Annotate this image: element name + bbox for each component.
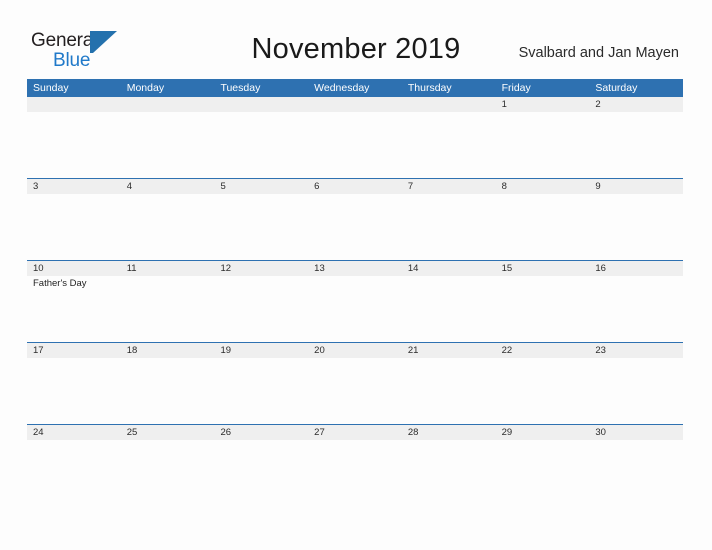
day-cell[interactable]	[121, 112, 215, 178]
week-date-band: 10 11 12 13 14 15 16	[27, 261, 683, 276]
day-number[interactable]: 21	[402, 343, 496, 358]
weekday-header-thursday: Thursday	[407, 82, 452, 94]
day-cell[interactable]	[214, 358, 308, 424]
day-number-empty	[27, 97, 121, 112]
day-number[interactable]: 27	[308, 425, 402, 440]
week-event-band	[27, 440, 683, 506]
day-number[interactable]: 8	[496, 179, 590, 194]
calendar-week-row: 10 11 12 13 14 15 16 Father's Day	[27, 260, 683, 342]
day-cell[interactable]	[402, 112, 496, 178]
day-number[interactable]: 2	[589, 97, 683, 112]
calendar-table: Sunday Monday Tuesday Wednesday Thursday…	[27, 79, 683, 506]
week-date-band: 3456789	[27, 179, 683, 194]
day-cell[interactable]	[27, 112, 121, 178]
day-cell[interactable]	[121, 440, 215, 506]
day-cell[interactable]	[308, 440, 402, 506]
day-cell[interactable]	[589, 112, 683, 178]
day-number-empty	[121, 97, 215, 112]
day-number[interactable]: 24	[27, 425, 121, 440]
week-event-band: Father's Day	[27, 276, 683, 342]
day-cell[interactable]	[402, 276, 496, 342]
day-cell[interactable]	[496, 194, 590, 260]
day-cell[interactable]	[496, 276, 590, 342]
page-header: General Blue November 2019 Svalbard and …	[0, 0, 712, 78]
day-cell[interactable]	[496, 112, 590, 178]
day-number[interactable]: 18	[121, 343, 215, 358]
day-cell[interactable]	[496, 440, 590, 506]
day-number[interactable]: 11	[121, 261, 215, 276]
day-number[interactable]: 26	[214, 425, 308, 440]
day-number[interactable]: 28	[402, 425, 496, 440]
day-cell[interactable]	[27, 194, 121, 260]
day-cell[interactable]	[589, 276, 683, 342]
day-number-empty	[308, 97, 402, 112]
day-number[interactable]: 15	[496, 261, 590, 276]
day-cell[interactable]	[308, 358, 402, 424]
day-number[interactable]: 13	[308, 261, 402, 276]
calendar-week-row: 17 18 19 20 21 22 23	[27, 342, 683, 424]
week-date-band: 12	[27, 97, 683, 112]
day-number[interactable]: 22	[496, 343, 590, 358]
calendar-page: General Blue November 2019 Svalbard and …	[0, 0, 712, 550]
weekday-header-row: Sunday Monday Tuesday Wednesday Thursday…	[27, 79, 683, 97]
weekday-header-wednesday: Wednesday	[314, 82, 370, 94]
calendar-weeks: 1 2 3 4 5 6 7 8 9 10 11 12 13 14 15 16 Father's Day 17 18 1…	[27, 97, 683, 506]
day-cell[interactable]	[402, 194, 496, 260]
day-number-empty	[214, 97, 308, 112]
weekday-header-monday: Monday	[126, 82, 165, 94]
day-cell[interactable]	[121, 358, 215, 424]
week-event-band	[27, 194, 683, 260]
day-number[interactable]: 29	[496, 425, 590, 440]
day-cell[interactable]	[214, 440, 308, 506]
region-label: Svalbard and Jan Mayen	[518, 45, 679, 61]
day-event-label: Father's Day	[33, 278, 87, 289]
day-number[interactable]: 17	[27, 343, 121, 358]
day-number[interactable]: 1	[496, 97, 590, 112]
day-cell[interactable]	[308, 276, 402, 342]
day-number[interactable]: 19	[214, 343, 308, 358]
day-cell[interactable]: Father's Day	[27, 276, 121, 342]
day-number-empty	[402, 97, 496, 112]
day-number[interactable]: 9	[589, 179, 683, 194]
day-number[interactable]: 4	[121, 179, 215, 194]
day-cell[interactable]	[589, 440, 683, 506]
weekday-header-friday: Friday	[501, 82, 531, 94]
day-cell[interactable]	[27, 358, 121, 424]
day-cell[interactable]	[308, 194, 402, 260]
day-number[interactable]: 23	[589, 343, 683, 358]
day-number[interactable]: 25	[121, 425, 215, 440]
day-number[interactable]: 3	[27, 179, 121, 194]
week-date-band: 17 18 19 20 21 22 23	[27, 343, 683, 358]
day-cell[interactable]	[214, 194, 308, 260]
day-cell[interactable]	[589, 194, 683, 260]
calendar-week-row: 24 25 26 27 28 29 30	[27, 424, 683, 506]
week-date-band: 24 25 26 27 28 29 30	[27, 425, 683, 440]
day-number[interactable]: 7	[402, 179, 496, 194]
day-number[interactable]: 6	[308, 179, 402, 194]
week-event-band	[27, 358, 683, 424]
weekday-header-tuesday: Tuesday	[220, 82, 261, 94]
day-cell[interactable]	[402, 358, 496, 424]
day-cell[interactable]	[214, 112, 308, 178]
day-number[interactable]: 12	[214, 261, 308, 276]
day-number[interactable]: 30	[589, 425, 683, 440]
day-cell[interactable]	[496, 358, 590, 424]
day-cell[interactable]	[589, 358, 683, 424]
day-cell[interactable]	[27, 440, 121, 506]
week-event-band	[27, 112, 683, 178]
day-number[interactable]: 10	[27, 261, 121, 276]
day-cell[interactable]	[214, 276, 308, 342]
weekday-header-saturday: Saturday	[595, 82, 638, 94]
day-cell[interactable]	[402, 440, 496, 506]
day-cell[interactable]	[308, 112, 402, 178]
day-number[interactable]: 20	[308, 343, 402, 358]
calendar-week-row: 12	[27, 97, 683, 178]
day-number[interactable]: 14	[402, 261, 496, 276]
weekday-header-sunday: Sunday	[33, 82, 69, 94]
day-number[interactable]: 16	[589, 261, 683, 276]
day-cell[interactable]	[121, 276, 215, 342]
calendar-week-row: 3456789	[27, 178, 683, 260]
day-cell[interactable]	[121, 194, 215, 260]
day-number[interactable]: 5	[214, 179, 308, 194]
